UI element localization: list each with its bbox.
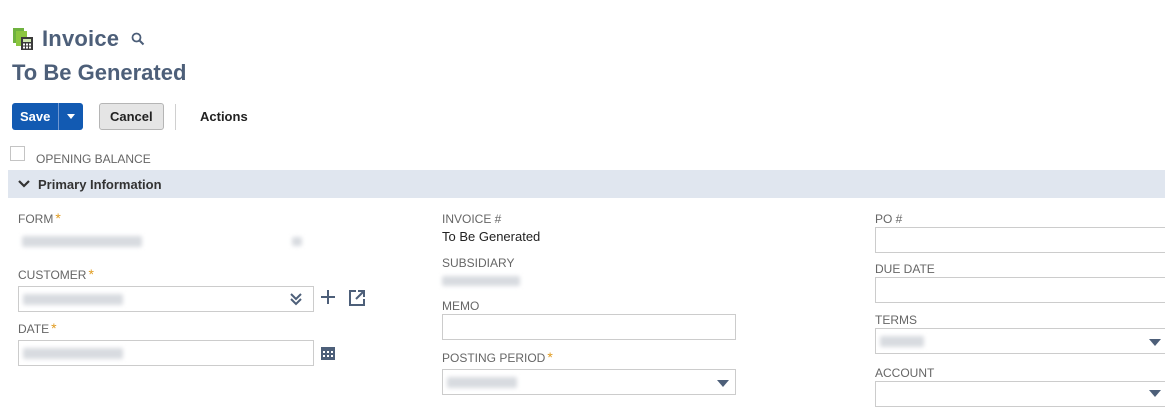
add-icon[interactable] <box>320 289 336 310</box>
due-date-label: DUE DATE <box>875 262 935 276</box>
chevron-down-icon[interactable] <box>717 380 729 387</box>
posting-period-label: POSTING PERIOD * <box>442 349 553 365</box>
required-marker: * <box>51 320 57 336</box>
invoice-number-value: To Be Generated <box>442 229 541 244</box>
due-date-field[interactable] <box>875 277 1165 303</box>
save-button-group[interactable]: Save <box>12 103 84 130</box>
save-dropdown-button[interactable] <box>59 103 84 130</box>
open-external-icon[interactable] <box>348 289 366 312</box>
form-label: FORM * <box>18 210 61 226</box>
required-marker: * <box>88 266 94 282</box>
subsidiary-label: SUBSIDIARY <box>442 256 515 270</box>
chevron-down-icon[interactable] <box>1149 390 1161 397</box>
redacted-value <box>23 348 123 359</box>
date-label: DATE * <box>18 320 57 336</box>
double-chevron-down-icon[interactable] <box>289 291 303 312</box>
opening-balance-label: OPENING BALANCE <box>36 152 151 166</box>
calendar-icon[interactable] <box>320 345 336 366</box>
invoice-icon <box>12 27 34 51</box>
required-marker: * <box>547 349 553 365</box>
required-marker: * <box>55 210 61 226</box>
customer-field[interactable] <box>18 286 314 312</box>
chevron-down-icon <box>16 176 32 192</box>
toolbar-divider <box>175 104 176 130</box>
page-title: Invoice <box>42 26 120 51</box>
form-select[interactable] <box>18 230 314 254</box>
search-icon[interactable] <box>131 32 145 46</box>
actions-menu[interactable]: Actions <box>200 109 248 124</box>
invoice-number-label: INVOICE # <box>442 212 502 226</box>
date-field[interactable] <box>18 340 314 366</box>
customer-label: CUSTOMER * <box>18 266 94 282</box>
redacted-icon <box>292 237 302 246</box>
terms-label: TERMS <box>875 313 917 327</box>
account-select[interactable] <box>875 381 1165 407</box>
save-button[interactable]: Save <box>12 103 59 130</box>
page-header: Invoice <box>12 24 145 54</box>
memo-field[interactable] <box>442 314 736 340</box>
posting-period-select[interactable] <box>442 369 736 395</box>
memo-label: MEMO <box>442 299 480 313</box>
terms-select[interactable] <box>875 328 1165 354</box>
chevron-down-icon[interactable] <box>1149 339 1161 346</box>
section-title: Primary Information <box>38 176 162 192</box>
redacted-value <box>447 377 517 388</box>
record-status-title: To Be Generated <box>12 60 187 85</box>
primary-information-section-header[interactable]: Primary Information <box>8 170 1165 198</box>
po-field[interactable] <box>875 227 1165 253</box>
redacted-value <box>880 336 924 347</box>
cancel-button[interactable]: Cancel <box>99 103 164 130</box>
opening-balance-checkbox[interactable] <box>10 146 25 161</box>
subsidiary-value <box>442 276 520 286</box>
account-label: ACCOUNT <box>875 366 935 380</box>
redacted-value <box>22 236 142 247</box>
chevron-down-icon <box>67 114 76 119</box>
po-label: PO # <box>875 212 903 226</box>
redacted-value <box>23 294 123 305</box>
